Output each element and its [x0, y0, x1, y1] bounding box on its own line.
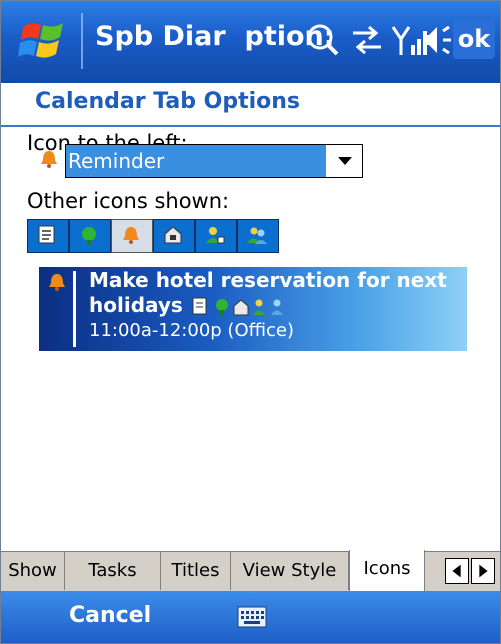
- appointment-preview[interactable]: Make hotel reservation for next holidays…: [39, 267, 467, 351]
- tab-view-style[interactable]: View Style: [231, 552, 349, 590]
- page-title: Calendar Tab Options: [35, 89, 301, 114]
- attendees-toggle-button[interactable]: [195, 219, 237, 253]
- tab-titles[interactable]: Titles: [161, 552, 231, 590]
- private-icon: [164, 226, 182, 244]
- note-icon: [38, 225, 55, 244]
- search-icon[interactable]: [301, 17, 345, 63]
- meeting-icon: [247, 227, 267, 244]
- recurring-toggle-button[interactable]: [69, 219, 111, 253]
- tab-bar: Show Tasks Titles View Style Icons: [1, 550, 500, 592]
- tab-scroll-right-icon[interactable]: [471, 558, 495, 584]
- ok-button[interactable]: ok: [453, 19, 495, 59]
- title-bar: Spb Diar ption: ok: [1, 1, 500, 83]
- recurring-icon: [82, 227, 96, 245]
- appointment-time: 11:00a-12:00p (Office): [89, 320, 295, 341]
- appointment-icons: [192, 297, 283, 316]
- reminder-bell-icon: [49, 274, 65, 291]
- reminder-icon: [123, 227, 139, 244]
- connectivity-icon[interactable]: [345, 17, 389, 63]
- private-toggle-button[interactable]: [153, 219, 195, 253]
- menu-bar: Cancel: [1, 591, 500, 643]
- meeting-toggle-button[interactable]: [237, 219, 279, 253]
- tab-scroll-left-icon[interactable]: [445, 558, 469, 584]
- tab-show[interactable]: Show: [1, 552, 65, 590]
- windows-flag-icon[interactable]: [17, 13, 71, 67]
- chevron-down-icon[interactable]: [328, 145, 362, 177]
- title-separator: [81, 13, 83, 69]
- icon-left-dropdown[interactable]: Reminder: [65, 144, 363, 178]
- reminder-toggle-button[interactable]: [111, 219, 153, 253]
- keyboard-icon[interactable]: [237, 606, 267, 628]
- icon-left-selected[interactable]: Reminder: [66, 145, 326, 177]
- attendees-icon: [206, 227, 225, 244]
- window: Spb Diar ption: ok Calendar Tab Options …: [0, 0, 501, 644]
- tab-tasks[interactable]: Tasks: [65, 552, 161, 590]
- reminder-bell-icon: [41, 151, 57, 168]
- appointment-time-bar: [73, 271, 76, 347]
- cancel-button[interactable]: Cancel: [69, 603, 151, 628]
- tab-icons[interactable]: Icons: [349, 550, 425, 592]
- appointment-title-line2: holidays: [89, 293, 183, 317]
- note-toggle-button[interactable]: [27, 219, 69, 253]
- appointment-title: Make hotel reservation for next: [89, 268, 447, 292]
- other-icons-label: Other icons shown:: [27, 189, 230, 213]
- window-title[interactable]: Spb Diar ption:: [95, 21, 335, 52]
- page-header: Calendar Tab Options: [1, 83, 500, 127]
